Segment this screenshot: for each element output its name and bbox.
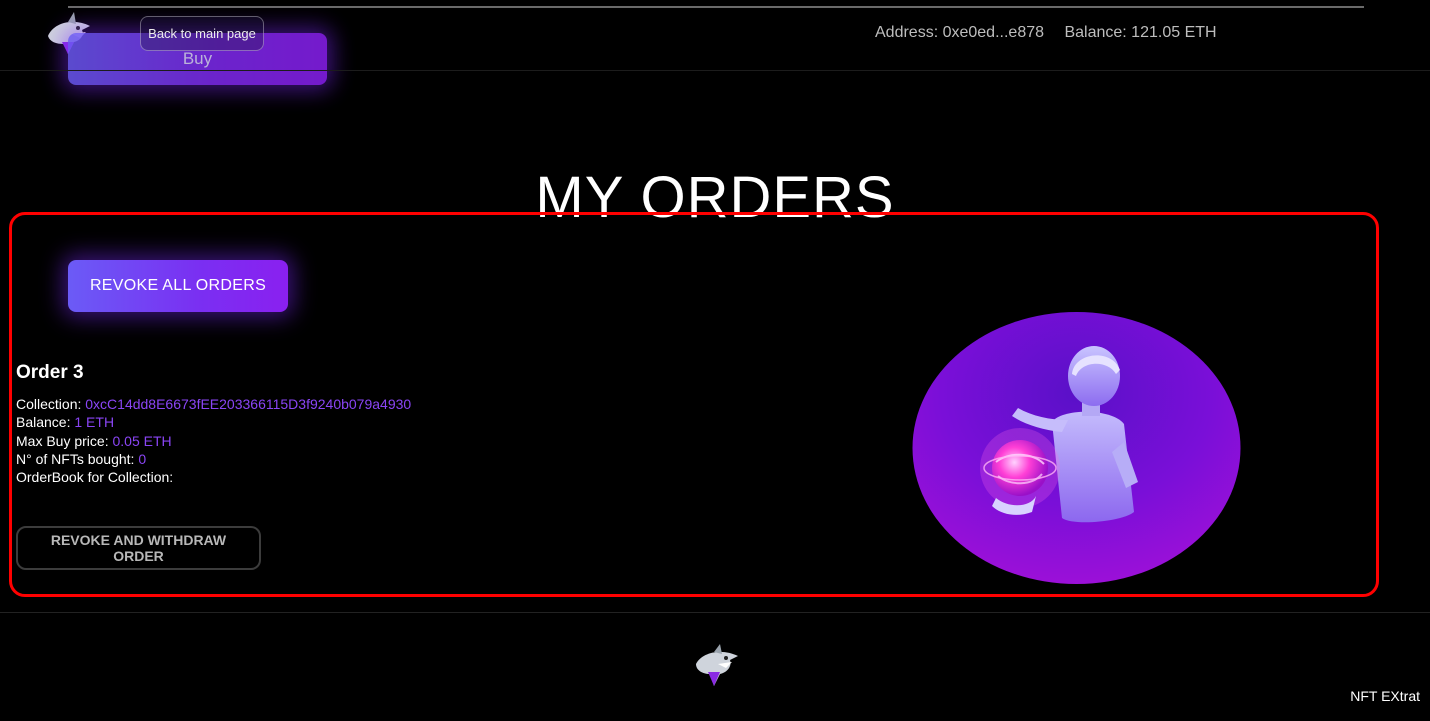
- header-divider: [0, 70, 1430, 71]
- nfts-bought-value: 0: [138, 450, 147, 467]
- max-buy-label: Max Buy price:: [16, 432, 109, 449]
- orderbook-label: OrderBook for Collection:: [16, 469, 174, 486]
- wallet-info: Address: 0xe0ed...e878 Balance: 121.05 E…: [875, 24, 1217, 42]
- collection-address-link[interactable]: 0xcC14dd8E6673fEE203366115D3f9240b079a49…: [85, 396, 411, 412]
- balance-value: 1 ETH: [74, 414, 115, 431]
- shark-logo-icon[interactable]: [692, 644, 740, 688]
- wallet-balance: Balance: 121.05 ETH: [1064, 24, 1217, 41]
- order-card: Order 3 Collection: 0xcC14dd8E6673fEE203…: [16, 362, 411, 486]
- wallet-address: Address: 0xe0ed...e878: [875, 24, 1045, 41]
- robot-holding-globe-image: [912, 312, 1241, 584]
- balance-label: Balance:: [16, 414, 71, 431]
- nfts-bought-label: N° of NFTs bought:: [16, 450, 135, 467]
- max-buy-value: 0.05 ETH: [112, 432, 172, 449]
- order-collection: Collection: 0xcC14dd8E6673fEE203366115D3…: [16, 395, 411, 413]
- back-to-main-button[interactable]: Back to main page: [140, 16, 264, 51]
- collection-label: Collection:: [16, 396, 82, 412]
- order-nfts-bought: N° of NFTs bought: 0: [16, 450, 411, 468]
- order-title: Order 3: [16, 362, 84, 383]
- order-orderbook: OrderBook for Collection:: [16, 468, 411, 486]
- order-max-buy-price: Max Buy price: 0.05 ETH: [16, 432, 411, 450]
- top-divider: [68, 6, 1364, 8]
- revoke-withdraw-order-button[interactable]: REVOKE AND WITHDRAW ORDER: [16, 526, 261, 570]
- footer-brand: NFT EXtrat: [1350, 688, 1420, 704]
- revoke-all-orders-button[interactable]: REVOKE ALL ORDERS: [68, 260, 288, 312]
- order-balance: Balance: 1 ETH: [16, 413, 411, 431]
- page: Buy Back to main page Address: 0xe0ed...…: [0, 0, 1430, 721]
- footer-divider: [0, 612, 1430, 613]
